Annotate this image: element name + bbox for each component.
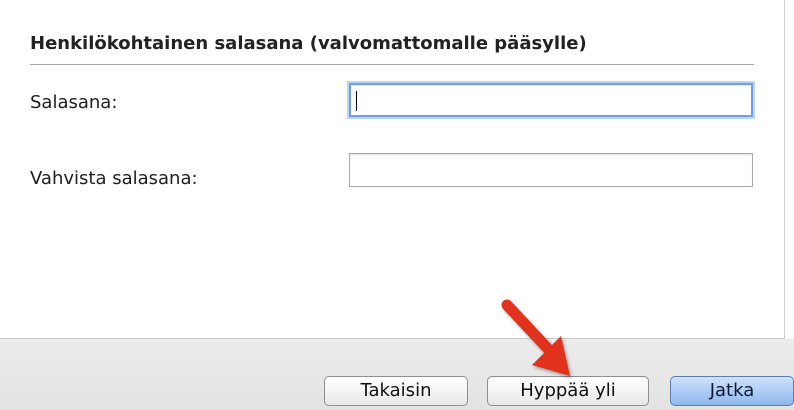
red-arrow-icon (501, 299, 570, 376)
confirm-password-field[interactable] (349, 153, 753, 187)
password-setup-window: Henkilökohtainen salasana (valvomattomal… (0, 0, 794, 410)
password-label: Salasana: (30, 92, 118, 113)
section-title: Henkilökohtainen salasana (valvomattomal… (30, 33, 587, 54)
settings-panel: Henkilökohtainen salasana (valvomattomal… (0, 0, 785, 339)
text-cursor (356, 91, 357, 111)
password-field[interactable] (349, 83, 753, 117)
back-button[interactable]: Takaisin (324, 376, 468, 406)
section-divider (30, 64, 754, 65)
confirm-password-label: Vahvista salasana: (30, 168, 198, 189)
continue-button[interactable]: Jatka (670, 376, 794, 406)
